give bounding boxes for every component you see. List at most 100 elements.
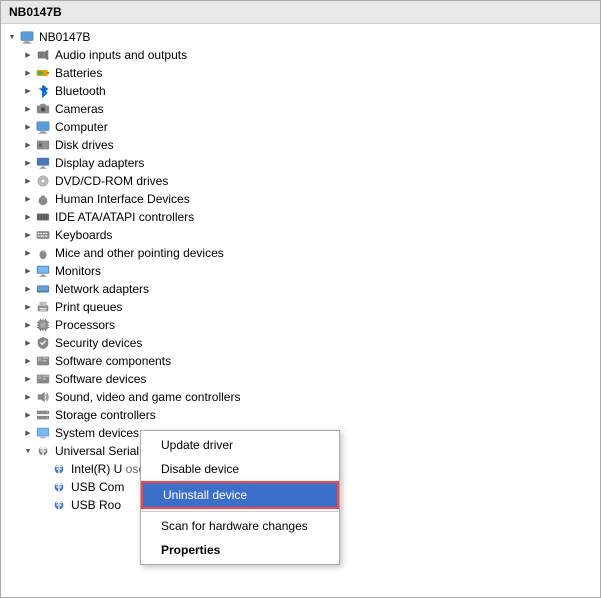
title-bar: NB0147B <box>1 1 600 24</box>
tree-item-sw-devices[interactable]: Software devices <box>1 370 600 388</box>
tree-root[interactable]: NB0147B <box>1 28 600 46</box>
ctx-item-update[interactable]: Update driver <box>141 433 339 457</box>
item-icon-ide <box>35 209 51 225</box>
tree-item-audio[interactable]: Audio inputs and outputs <box>1 46 600 64</box>
tree-item-keyboards[interactable]: Keyboards <box>1 226 600 244</box>
item-label: Storage controllers <box>55 408 156 422</box>
item-label: Monitors <box>55 264 101 278</box>
item-chevron <box>21 390 35 404</box>
item-chevron <box>21 282 35 296</box>
item-chevron <box>21 174 35 188</box>
item-label: Display adapters <box>55 156 144 170</box>
item-chevron <box>21 156 35 170</box>
item-icon-network <box>35 281 51 297</box>
item-icon-audio <box>35 47 51 63</box>
item-label: Processors <box>55 318 115 332</box>
item-chevron <box>21 300 35 314</box>
root-icon <box>19 29 35 45</box>
tree-item-storage[interactable]: Storage controllers <box>1 406 600 424</box>
item-label: Mice and other pointing devices <box>55 246 224 260</box>
item-icon-sw-components <box>35 353 51 369</box>
ctx-item-properties[interactable]: Properties <box>141 538 339 562</box>
item-chevron <box>21 120 35 134</box>
item-icon-computer <box>35 119 51 135</box>
item-chevron <box>21 318 35 332</box>
item-label: USB Com <box>71 480 124 494</box>
tree-item-cameras[interactable]: Cameras <box>1 100 600 118</box>
item-icon-sound <box>35 389 51 405</box>
item-label: Bluetooth <box>55 84 106 98</box>
item-chevron <box>21 408 35 422</box>
item-icon-cameras <box>35 101 51 117</box>
item-label: Print queues <box>55 300 122 314</box>
item-icon-display <box>35 155 51 171</box>
root-label: NB0147B <box>39 30 90 44</box>
item-chevron <box>21 102 35 116</box>
item-chevron <box>21 426 35 440</box>
item-label: Computer <box>55 120 108 134</box>
item-chevron <box>21 228 35 242</box>
item-icon-system <box>35 425 51 441</box>
item-chevron <box>21 48 35 62</box>
item-icon-dvd <box>35 173 51 189</box>
item-icon-usb-root <box>51 497 67 513</box>
item-chevron <box>21 246 35 260</box>
ctx-separator <box>141 511 339 512</box>
item-icon-hid <box>35 191 51 207</box>
item-icon-usb-com <box>51 479 67 495</box>
item-icon-monitors <box>35 263 51 279</box>
tree-item-processors[interactable]: Processors <box>1 316 600 334</box>
item-icon-mice <box>35 245 51 261</box>
context-menu: Update driverDisable deviceUninstall dev… <box>140 430 340 565</box>
item-icon-disk <box>35 137 51 153</box>
item-label: Software components <box>55 354 171 368</box>
item-label: Software devices <box>55 372 146 386</box>
item-label: IDE ATA/ATAPI controllers <box>55 210 194 224</box>
window-title: NB0147B <box>9 5 62 19</box>
tree-item-sound[interactable]: Sound, video and game controllers <box>1 388 600 406</box>
ctx-item-disable[interactable]: Disable device <box>141 457 339 481</box>
item-icon-intel-usb <box>51 461 67 477</box>
item-label: Human Interface Devices <box>55 192 190 206</box>
item-chevron <box>21 66 35 80</box>
ctx-item-scan[interactable]: Scan for hardware changes <box>141 514 339 538</box>
tree-item-sw-components[interactable]: Software components <box>1 352 600 370</box>
item-icon-bluetooth <box>35 83 51 99</box>
item-label: Cameras <box>55 102 104 116</box>
tree-item-hid[interactable]: Human Interface Devices <box>1 190 600 208</box>
item-label: Audio inputs and outputs <box>55 48 187 62</box>
item-icon-security <box>35 335 51 351</box>
item-chevron <box>21 354 35 368</box>
tree-item-mice[interactable]: Mice and other pointing devices <box>1 244 600 262</box>
tree-item-computer[interactable]: Computer <box>1 118 600 136</box>
item-icon-processors <box>35 317 51 333</box>
tree-item-monitors[interactable]: Monitors <box>1 262 600 280</box>
item-icon-sw-devices <box>35 371 51 387</box>
tree-item-ide[interactable]: IDE ATA/ATAPI controllers <box>1 208 600 226</box>
tree-item-disk[interactable]: Disk drives <box>1 136 600 154</box>
tree-item-display[interactable]: Display adapters <box>1 154 600 172</box>
item-label: Disk drives <box>55 138 114 152</box>
item-icon-usb <box>35 443 51 459</box>
item-chevron <box>21 192 35 206</box>
tree-item-print[interactable]: Print queues <box>1 298 600 316</box>
tree-item-security[interactable]: Security devices <box>1 334 600 352</box>
tree-item-bluetooth[interactable]: Bluetooth <box>1 82 600 100</box>
item-label: System devices <box>55 426 139 440</box>
item-icon-batteries <box>35 65 51 81</box>
item-label: Sound, video and game controllers <box>55 390 240 404</box>
item-chevron <box>21 210 35 224</box>
item-chevron <box>21 444 35 458</box>
tree-item-network[interactable]: Network adapters <box>1 280 600 298</box>
item-label: Keyboards <box>55 228 112 242</box>
item-chevron <box>21 138 35 152</box>
item-label: DVD/CD-ROM drives <box>55 174 168 188</box>
item-icon-keyboards <box>35 227 51 243</box>
item-label: Network adapters <box>55 282 149 296</box>
ctx-item-uninstall[interactable]: Uninstall device <box>141 481 339 509</box>
tree-item-batteries[interactable]: Batteries <box>1 64 600 82</box>
item-label: USB Roo <box>71 498 121 512</box>
item-chevron <box>21 372 35 386</box>
tree-item-dvd[interactable]: DVD/CD-ROM drives <box>1 172 600 190</box>
item-label: Security devices <box>55 336 142 350</box>
